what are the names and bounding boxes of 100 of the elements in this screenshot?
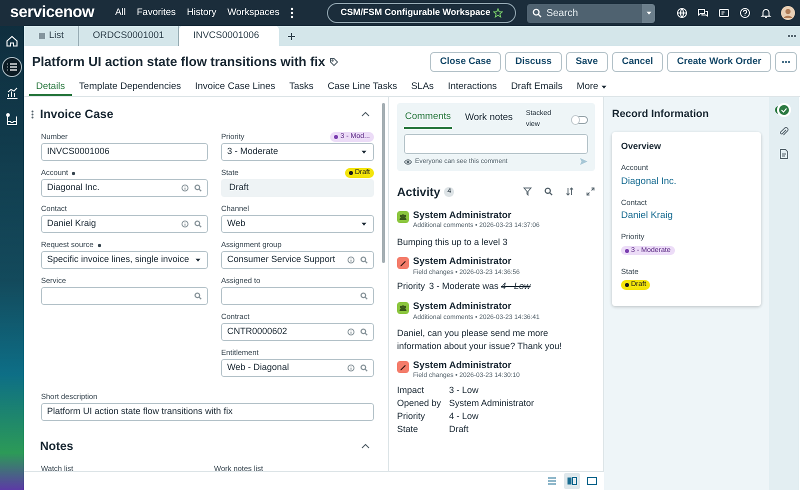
change-field: Priority [397, 410, 449, 423]
action-button[interactable]: Save [566, 52, 608, 72]
input-field[interactable] [41, 287, 208, 305]
form-tab[interactable]: Interactions [440, 78, 504, 96]
action-button[interactable]: Cancel [612, 52, 664, 72]
nav-menu-item[interactable]: All [115, 6, 126, 20]
input-field[interactable]: Diagonal Inc. [41, 179, 208, 197]
caret-icon [194, 256, 202, 264]
info-icon[interactable] [181, 184, 190, 192]
comment-text: Daniel, can you please send me more information about your issue? Thank you! [397, 327, 563, 352]
more-icon [781, 60, 792, 64]
nav-menu-item[interactable]: Workspaces [227, 6, 280, 20]
search-icon[interactable] [194, 184, 202, 192]
workspace-switcher[interactable]: CSM/FSM Configurable Workspace [327, 3, 516, 23]
change-value: System Administrator [449, 396, 536, 410]
check-circle-button[interactable] [777, 103, 791, 117]
bell-icon[interactable] [760, 7, 772, 19]
avatar[interactable] [781, 6, 796, 20]
action-button[interactable]: Create Work Order [667, 52, 772, 72]
search-icon[interactable] [360, 328, 368, 336]
input-field[interactable]: Daniel Kraig [41, 215, 208, 233]
comment-tab[interactable]: Comments [404, 110, 452, 129]
info-icon[interactable] [347, 364, 355, 372]
info-icon[interactable] [347, 328, 355, 336]
form-tab[interactable]: More [570, 78, 616, 96]
eye-icon [404, 158, 412, 165]
comment-tab[interactable]: Work notes [464, 111, 514, 128]
more-icon[interactable] [290, 7, 294, 19]
section-title: Notes [40, 438, 74, 455]
search-icon[interactable] [360, 292, 368, 300]
help-icon[interactable] [739, 7, 752, 19]
change-value: 3 - Moderate was 4 - Low [429, 280, 532, 294]
collapse-icon[interactable] [361, 111, 370, 117]
section-title: Invoice Case [40, 106, 114, 123]
form-tab[interactable]: Details [29, 78, 72, 96]
expand-icon[interactable] [586, 187, 595, 196]
add-tab-icon[interactable] [287, 32, 296, 41]
form-tab[interactable]: Template Dependencies [72, 78, 188, 96]
form-tab[interactable]: Tasks [282, 78, 321, 96]
form-tab[interactable]: Draft Emails [504, 78, 570, 96]
caret-icon [600, 83, 608, 91]
document-button[interactable] [777, 147, 791, 161]
input-field[interactable] [221, 287, 374, 305]
search-icon[interactable] [194, 292, 202, 300]
menu-icon [38, 32, 46, 40]
input-field[interactable]: Web - Diagonal [221, 359, 374, 377]
logo[interactable]: servicenow [10, 1, 94, 25]
info-icon[interactable] [181, 220, 190, 228]
nav-menu-item[interactable]: History [186, 6, 216, 20]
search-icon[interactable] [360, 364, 368, 372]
search-icon[interactable] [544, 187, 553, 196]
search-scope-dropdown[interactable] [642, 4, 656, 22]
record-link[interactable]: Diagonal Inc. [621, 174, 676, 189]
change-value: 3 - Low [449, 384, 480, 397]
star-icon[interactable] [493, 8, 504, 18]
nav-menu-item[interactable]: Favorites [136, 6, 176, 20]
toggle-switch[interactable] [571, 116, 588, 124]
single-view-icon [586, 475, 598, 487]
change-field: Impact [397, 384, 449, 397]
check-circle-icon [778, 104, 790, 116]
filter-icon[interactable] [523, 187, 532, 196]
author-name: System Administrator [413, 360, 512, 372]
panel-title: Record Information [612, 107, 710, 122]
input-field[interactable]: CNTR0000602 [221, 323, 374, 341]
form-tab[interactable]: Invoice Case Lines [188, 78, 282, 96]
action-button[interactable]: Discuss [505, 52, 562, 72]
form-tab[interactable]: Case Line Tasks [320, 78, 404, 96]
drag-handle-icon[interactable] [31, 110, 34, 118]
form-tab[interactable]: SLAs [404, 78, 441, 96]
document-icon [778, 148, 790, 160]
select-field[interactable]: Web [221, 215, 374, 233]
readonly-field: Draft [221, 179, 374, 197]
input-field[interactable]: Consumer Service Support [221, 251, 374, 269]
more-icon[interactable] [787, 34, 798, 38]
record-tab[interactable]: List [24, 26, 79, 46]
search-icon[interactable] [360, 256, 368, 264]
input-field[interactable]: Platform UI action state flow transitions with fix [41, 403, 374, 421]
activity-title: Activity [397, 184, 440, 201]
scrollbar[interactable] [382, 103, 385, 263]
record-title: Platform UI action state flow transitions with fix [32, 53, 326, 72]
sort-icon[interactable] [565, 187, 574, 196]
comment-text: Bumping this up to a level 3 [397, 236, 509, 248]
chat-icon[interactable] [697, 7, 710, 19]
info-icon[interactable] [347, 256, 355, 264]
tag-icon[interactable] [329, 57, 340, 67]
input-field[interactable]: INVCS0001006 [41, 143, 208, 161]
change-field: State [397, 422, 449, 436]
search-icon[interactable] [194, 220, 202, 228]
select-field[interactable]: Specific invoice lines, single invoice [41, 251, 208, 269]
view-mode-button[interactable] [564, 473, 580, 489]
record-link[interactable]: Daniel Kraig [621, 209, 673, 224]
action-button[interactable]: Close Case [430, 52, 502, 72]
select-field[interactable]: 3 - Moderate [221, 143, 374, 161]
globe-icon[interactable] [676, 7, 688, 19]
search-field[interactable]: Search [542, 4, 642, 22]
caret-icon [360, 148, 368, 156]
record-tab[interactable]: INVCS0001006 [179, 26, 280, 46]
card-icon[interactable] [718, 7, 730, 19]
split-view-icon [566, 475, 578, 487]
collapse-icon[interactable] [361, 443, 370, 449]
